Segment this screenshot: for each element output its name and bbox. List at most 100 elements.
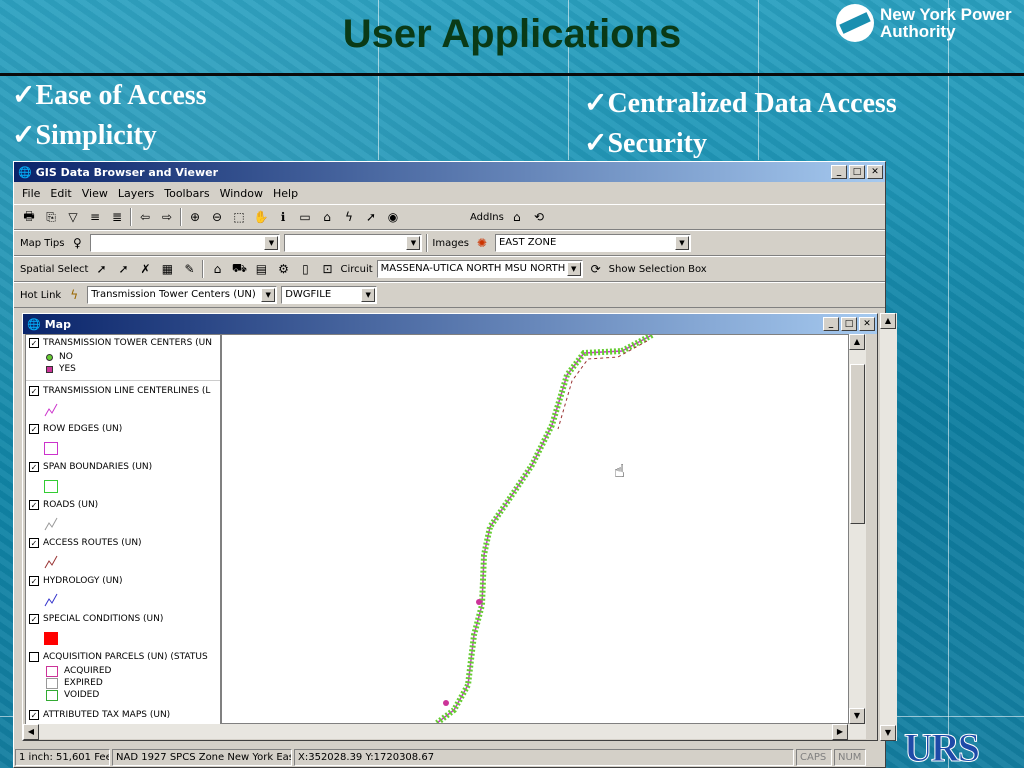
pin-icon[interactable]: ♀ (68, 234, 86, 252)
layer-roads[interactable]: ✓ ROADS (UN) (26, 497, 220, 513)
refresh-icon[interactable]: ⟳ (587, 260, 605, 278)
map-tips-layer-combo[interactable]: ▼ (90, 234, 281, 252)
select-point-icon[interactable]: ➚ (92, 260, 110, 278)
map-close-button[interactable]: ✕ (859, 317, 875, 331)
layer-acquisition-parcels[interactable]: ACQUISITION PARCELS (UN) (STATUS (26, 649, 220, 665)
spatial-select-toolbar: Spatial Select ➚ ➚ ✗ ▦ ✎ ⌂ ⛟ ▤ ⚙ ▯ ⊡ Cir… (14, 256, 885, 282)
app-titlebar[interactable]: 🌐 GIS Data Browser and Viewer _ □ ✕ (14, 162, 885, 182)
app-vertical-scrollbar[interactable]: ▲ ▼ (880, 313, 897, 741)
back-arrow-icon[interactable]: ⇦ (136, 208, 154, 226)
map-canvas[interactable]: ☝ (221, 332, 849, 726)
bullet-simplicity: ✓Simplicity (12, 120, 157, 151)
circuit-combo[interactable]: MASSENA-UTICA NORTH MSU NORTH (U ▼ (376, 260, 583, 278)
layer-add-icon[interactable]: ≡ (86, 208, 104, 226)
lightning-icon[interactable]: ϟ (65, 286, 83, 304)
show-selection-box-button[interactable]: Show Selection Box (609, 264, 707, 275)
images-combo[interactable]: EAST ZONE ▼ (494, 234, 691, 252)
image-sun-icon[interactable]: ✺ (473, 234, 491, 252)
doc-icon[interactable]: ▯ (296, 260, 314, 278)
layer-hydrology[interactable]: ✓ HYDROLOGY (UN) (26, 573, 220, 589)
layer-access-routes[interactable]: ✓ ACCESS ROUTES (UN) (26, 535, 220, 551)
layer-span-boundaries[interactable]: ✓ SPAN BOUNDARIES (UN) (26, 459, 220, 475)
map-titlebar[interactable]: 🌐 Map _ □ ✕ (23, 314, 877, 334)
layer-checkbox[interactable]: ✓ (29, 424, 39, 434)
print-icon[interactable]: 🖶 (20, 208, 38, 226)
scroll-right-button[interactable]: ▶ (832, 724, 848, 740)
scroll-left-button[interactable]: ◀ (23, 724, 39, 740)
globe-icon[interactable]: ◉ (384, 208, 402, 226)
layer-checkbox[interactable]: ✓ (29, 338, 39, 348)
info-icon[interactable]: ℹ (274, 208, 292, 226)
fill-symbol (26, 627, 220, 649)
scroll-up-button[interactable]: ▲ (849, 334, 865, 350)
box-symbol (26, 475, 220, 497)
forward-arrow-icon[interactable]: ⇨ (158, 208, 176, 226)
addin-house-icon[interactable]: ⌂ (508, 208, 526, 226)
map-tips-field-combo[interactable]: ▼ (284, 234, 423, 252)
layer-checkbox[interactable]: ✓ (29, 462, 39, 472)
menu-layers[interactable]: Layers (118, 187, 154, 200)
layer-transmission-towers[interactable]: ✓ TRANSMISSION TOWER CENTERS (UN (26, 335, 220, 351)
menu-toolbars[interactable]: Toolbars (164, 187, 209, 200)
hotlink-icon[interactable]: ϟ (340, 208, 358, 226)
table-icon[interactable]: ▦ (158, 260, 176, 278)
export-icon[interactable]: ⎘ (42, 208, 60, 226)
tower-icon[interactable]: ⌂ (208, 260, 226, 278)
app-scroll-down-button[interactable]: ▼ (880, 725, 896, 741)
logo-line1: New York Power (880, 5, 1012, 24)
hot-link-layer-combo[interactable]: Transmission Tower Centers (UN) ▼ (87, 286, 278, 304)
measure-icon[interactable]: ⌂ (318, 208, 336, 226)
layer-special-conditions[interactable]: ✓ SPECIAL CONDITIONS (UN) (26, 611, 220, 627)
map-maximize-button[interactable]: □ (841, 317, 857, 331)
select-feature-icon[interactable]: ➚ (362, 208, 380, 226)
layer-checkbox[interactable]: ✓ (29, 500, 39, 510)
gear-icon[interactable]: ⚙ (274, 260, 292, 278)
maximize-button[interactable]: □ (849, 165, 865, 179)
label-icon[interactable]: ▭ (296, 208, 314, 226)
layer-tax-maps[interactable]: ✓ ATTRIBUTED TAX MAPS (UN) (26, 707, 220, 723)
layer-checkbox[interactable]: ✓ (29, 386, 39, 396)
menu-window[interactable]: Window (220, 187, 263, 200)
scroll-thumb[interactable] (850, 364, 865, 524)
menu-help[interactable]: Help (273, 187, 298, 200)
layer-row-edges[interactable]: ✓ ROW EDGES (UN) (26, 421, 220, 437)
layer-checkbox[interactable]: ✓ (29, 710, 39, 720)
legend-class-acquired: ACQUIRED (26, 665, 220, 677)
lock-icon[interactable]: ⊡ (318, 260, 336, 278)
layer-transmission-centerlines[interactable]: ✓ TRANSMISSION LINE CENTERLINES (L (26, 383, 220, 399)
layer-checkbox[interactable]: ✓ (29, 576, 39, 586)
pan-hand-icon[interactable]: ✋ (252, 208, 270, 226)
layer-checkbox[interactable] (29, 652, 39, 662)
truck-icon[interactable]: ⛟ (230, 260, 248, 278)
hot-link-field-value: DWGFILE (285, 289, 332, 300)
menu-view[interactable]: View (82, 187, 108, 200)
hot-link-field-combo[interactable]: DWGFILE ▼ (281, 286, 378, 304)
tower-yes (443, 700, 449, 706)
zoom-out-icon[interactable]: ⊖ (208, 208, 226, 226)
filter-icon[interactable]: ▽ (64, 208, 82, 226)
select-add-icon[interactable]: ➚ (114, 260, 132, 278)
map-vertical-scrollbar[interactable]: ▲ ▼ (849, 334, 866, 724)
select-clear-icon[interactable]: ✗ (136, 260, 154, 278)
close-button[interactable]: ✕ (867, 165, 883, 179)
layer-checkbox[interactable]: ✓ (29, 538, 39, 548)
select-icon[interactable]: ⬚ (230, 208, 248, 226)
line-symbol (26, 551, 220, 573)
images-value: EAST ZONE (498, 237, 557, 248)
menu-file[interactable]: File (22, 187, 40, 200)
layer-edit-icon[interactable]: ≣ (108, 208, 126, 226)
minimize-button[interactable]: _ (831, 165, 847, 179)
hotlink-toolbar: Hot Link ϟ Transmission Tower Centers (U… (14, 282, 885, 308)
zoom-in-icon[interactable]: ⊕ (186, 208, 204, 226)
app-scroll-up-button[interactable]: ▲ (880, 313, 896, 329)
legend-class-no: NO (26, 351, 220, 363)
layer-checkbox[interactable]: ✓ (29, 614, 39, 624)
map-minimize-button[interactable]: _ (823, 317, 839, 331)
map-horizontal-scrollbar[interactable]: ◀ ▶ (23, 724, 866, 740)
addin-refresh-icon[interactable]: ⟲ (530, 208, 548, 226)
scroll-down-button[interactable]: ▼ (849, 708, 865, 724)
menu-edit[interactable]: Edit (50, 187, 71, 200)
report-icon[interactable]: ▤ (252, 260, 270, 278)
wand-icon[interactable]: ✎ (180, 260, 198, 278)
menu-bar: File Edit View Layers Toolbars Window He… (14, 182, 885, 204)
